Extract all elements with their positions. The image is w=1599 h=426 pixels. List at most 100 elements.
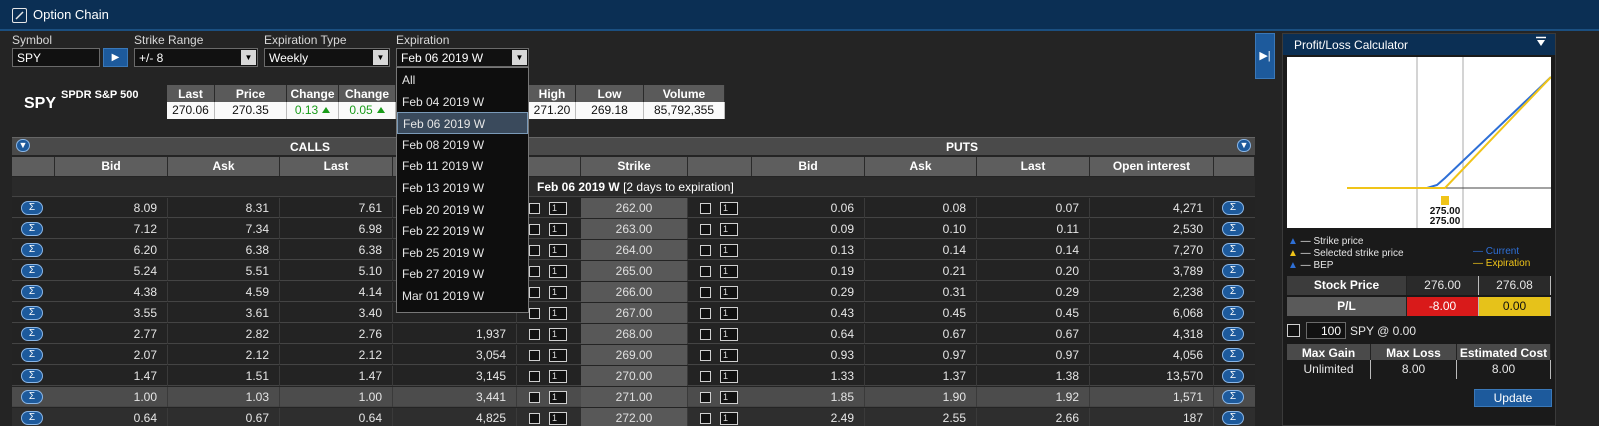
call-ask[interactable]: 2.12 (168, 345, 280, 365)
call-ask[interactable]: 3.61 (168, 303, 280, 323)
put-checkbox[interactable] (700, 371, 711, 382)
call-bid[interactable]: 2.77 (55, 324, 168, 344)
sigma-button[interactable]: Σ (21, 327, 43, 341)
put-ask[interactable]: 0.31 (865, 282, 977, 302)
col-header-call-last[interactable]: Last (280, 157, 393, 176)
call-qty[interactable]: 1 (549, 286, 567, 299)
sigma-button[interactable]: Σ (1222, 201, 1244, 215)
sigma-button[interactable]: Σ (21, 411, 43, 425)
call-bid[interactable]: 4.38 (55, 282, 168, 302)
put-qty[interactable]: 1 (720, 328, 738, 341)
put-ask[interactable]: 1.90 (865, 387, 977, 407)
put-qty[interactable]: 1 (720, 391, 738, 404)
sigma-button[interactable]: Σ (1222, 285, 1244, 299)
table-row[interactable]: Σ 1.47 1.51 1.47 3,145 1 270.00 1 1.33 1.37 1.38 13… (12, 366, 1255, 386)
put-qty[interactable]: 1 (720, 223, 738, 236)
call-checkbox[interactable] (529, 413, 540, 424)
call-qty[interactable]: 1 (549, 370, 567, 383)
put-ask[interactable]: 0.21 (865, 261, 977, 281)
put-bid[interactable]: 0.29 (752, 282, 865, 302)
dropdown-option[interactable]: Mar 01 2019 W (397, 285, 528, 307)
call-checkbox[interactable] (529, 224, 540, 235)
dropdown-option[interactable]: Feb 04 2019 W (397, 91, 528, 113)
put-bid[interactable]: 0.06 (752, 198, 865, 218)
table-row[interactable]: Σ 8.09 8.31 7.61 1 262.00 1 0.06 0.08 0.07 4,271 Σ (12, 198, 1255, 218)
sigma-button[interactable]: Σ (1222, 369, 1244, 383)
expiration-dropdown[interactable]: All Feb 04 2019 W Feb 06 2019 W Feb 08 2019… (396, 67, 529, 313)
call-checkbox[interactable] (529, 371, 540, 382)
call-checkbox[interactable] (529, 245, 540, 256)
put-checkbox[interactable] (700, 329, 711, 340)
table-row[interactable]: Σ 0.64 0.67 0.64 4,825 1 272.00 1 2.49 2.55 2.66 18… (12, 408, 1255, 426)
sigma-button[interactable]: Σ (21, 390, 43, 404)
call-qty[interactable]: 1 (549, 391, 567, 404)
put-qty[interactable]: 1 (720, 307, 738, 320)
sigma-button[interactable]: Σ (1222, 390, 1244, 404)
sigma-button[interactable]: Σ (21, 222, 43, 236)
update-button[interactable]: Update (1474, 389, 1552, 407)
put-bid[interactable]: 0.93 (752, 345, 865, 365)
put-checkbox[interactable] (700, 308, 711, 319)
put-qty[interactable]: 1 (720, 265, 738, 278)
table-row[interactable]: Σ 2.77 2.82 2.76 1,937 1 268.00 1 0.64 0.67 0.67 4,… (12, 324, 1255, 344)
table-row[interactable]: Σ 3.55 3.61 3.40 1 267.00 1 0.43 0.45 0.45 6,068 Σ (12, 303, 1255, 323)
call-checkbox[interactable] (529, 392, 540, 403)
put-qty[interactable]: 1 (720, 370, 738, 383)
call-qty[interactable]: 1 (549, 223, 567, 236)
put-ask[interactable]: 0.45 (865, 303, 977, 323)
col-header-call-ask[interactable]: Ask (168, 157, 280, 176)
call-qty[interactable]: 1 (549, 328, 567, 341)
call-checkbox[interactable] (529, 203, 540, 214)
sigma-button[interactable]: Σ (21, 348, 43, 362)
call-checkbox[interactable] (529, 287, 540, 298)
call-checkbox[interactable] (529, 308, 540, 319)
call-qty[interactable]: 1 (549, 412, 567, 425)
put-checkbox[interactable] (700, 203, 711, 214)
selected-strike-marker[interactable] (1441, 196, 1449, 205)
call-ask[interactable]: 4.59 (168, 282, 280, 302)
table-row[interactable]: Σ 1.00 1.03 1.00 3,441 1 271.00 1 1.85 1.90 1.92 1,… (12, 387, 1255, 407)
call-bid[interactable]: 0.64 (55, 408, 168, 426)
put-qty[interactable]: 1 (720, 244, 738, 257)
put-checkbox[interactable] (700, 350, 711, 361)
sigma-button[interactable]: Σ (21, 369, 43, 383)
call-bid[interactable]: 5.24 (55, 261, 168, 281)
strike-range-select[interactable]: +/- 8 ▼ (134, 48, 258, 67)
call-ask[interactable]: 2.82 (168, 324, 280, 344)
col-header-put-oi[interactable]: Open interest (1090, 157, 1214, 176)
call-qty[interactable]: 1 (549, 265, 567, 278)
sigma-button[interactable]: Σ (21, 306, 43, 320)
col-header-put-ask[interactable]: Ask (865, 157, 977, 176)
call-bid[interactable]: 1.47 (55, 366, 168, 386)
sigma-button[interactable]: Σ (1222, 411, 1244, 425)
call-bid[interactable]: 2.07 (55, 345, 168, 365)
put-qty[interactable]: 1 (720, 412, 738, 425)
call-bid[interactable]: 3.55 (55, 303, 168, 323)
call-checkbox[interactable] (529, 350, 540, 361)
col-header-put-last[interactable]: Last (977, 157, 1090, 176)
put-ask[interactable]: 0.67 (865, 324, 977, 344)
put-bid[interactable]: 0.13 (752, 240, 865, 260)
dropdown-option[interactable]: Feb 08 2019 W (397, 134, 528, 156)
put-checkbox[interactable] (700, 413, 711, 424)
symbol-input[interactable]: SPY (12, 48, 100, 67)
call-bid[interactable]: 8.09 (55, 198, 168, 218)
puts-collapse-icon[interactable]: ▼ (1237, 139, 1251, 152)
call-qty[interactable]: 1 (549, 202, 567, 215)
put-ask[interactable]: 1.37 (865, 366, 977, 386)
dropdown-option[interactable]: Feb 11 2019 W (397, 155, 528, 177)
dropdown-option[interactable]: All (397, 69, 528, 91)
table-row[interactable]: Σ 7.12 7.34 6.98 1 263.00 1 0.09 0.10 0.11 2,530 Σ (12, 219, 1255, 239)
go-button[interactable]: ▶ (103, 48, 128, 67)
call-ask[interactable]: 8.31 (168, 198, 280, 218)
call-ask[interactable]: 0.67 (168, 408, 280, 426)
sigma-button[interactable]: Σ (21, 285, 43, 299)
sigma-button[interactable]: Σ (1222, 348, 1244, 362)
put-checkbox[interactable] (700, 287, 711, 298)
call-ask[interactable]: 5.51 (168, 261, 280, 281)
dropdown-option[interactable]: Feb 27 2019 W (397, 263, 528, 285)
put-bid[interactable]: 0.64 (752, 324, 865, 344)
sigma-button[interactable]: Σ (21, 243, 43, 257)
filter-icon[interactable] (1535, 36, 1549, 50)
put-bid[interactable]: 0.09 (752, 219, 865, 239)
